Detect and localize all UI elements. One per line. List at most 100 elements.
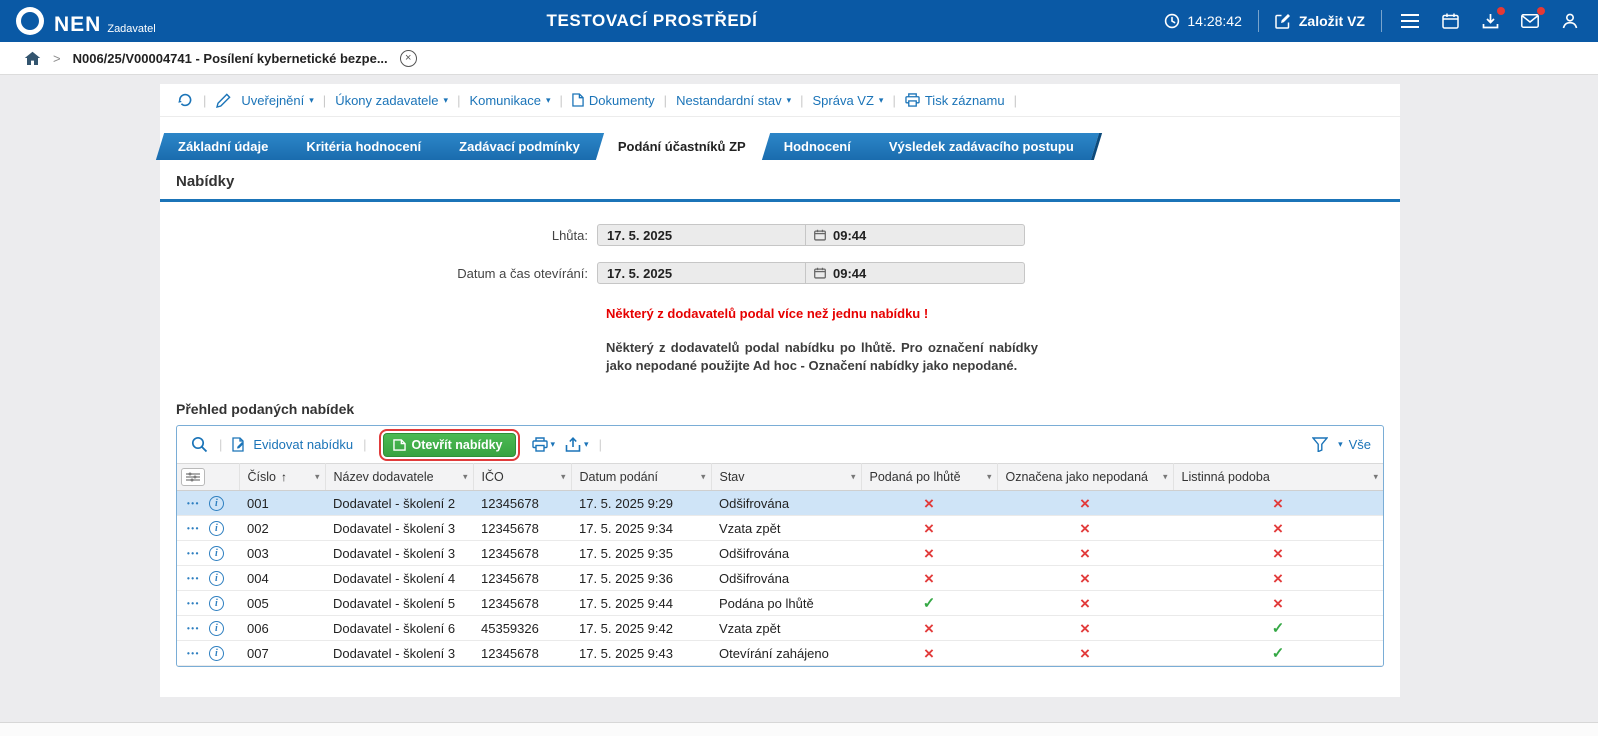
- close-record-icon[interactable]: ×: [400, 50, 417, 67]
- cell-datum-podani: 17. 5. 2025 9:29: [571, 491, 711, 516]
- table-row[interactable]: •••i005Dodavatel - školení 51234567817. …: [177, 591, 1383, 616]
- table-row[interactable]: •••i007Dodavatel - školení 31234567817. …: [177, 641, 1383, 666]
- otevrit-nabidky-button[interactable]: Otevřít nabídky: [383, 433, 516, 457]
- row-menu-icon[interactable]: •••: [187, 599, 200, 608]
- edit-record-icon[interactable]: [215, 92, 232, 109]
- menu-sprava-vz[interactable]: Správa VZ▾: [813, 93, 884, 108]
- tab-zakladni-udaje[interactable]: Základní údaje: [164, 133, 288, 160]
- row-menu-icon[interactable]: •••: [187, 549, 200, 558]
- col-ico[interactable]: IČO▾: [473, 464, 571, 491]
- top-right-actions: 14:28:42 Založit VZ: [1163, 9, 1582, 33]
- info-icon[interactable]: i: [209, 621, 224, 636]
- info-icon[interactable]: i: [209, 571, 224, 586]
- info-icon[interactable]: i: [209, 546, 224, 561]
- toolbar-divider: |: [323, 93, 326, 108]
- tab-kriteria-hodnoceni[interactable]: Kritéria hodnocení: [292, 133, 441, 160]
- create-vz-label: Založit VZ: [1299, 13, 1365, 29]
- menu-nestandardni-stav[interactable]: Nestandardní stav▾: [676, 93, 791, 108]
- oteviranai-date-input[interactable]: 17. 5. 2025: [598, 263, 806, 283]
- oteviranai-time-input[interactable]: 09:44: [806, 263, 1024, 283]
- tab-hodnoceni[interactable]: Hodnocení: [770, 133, 871, 160]
- menu-label: Úkony zadavatele: [335, 93, 438, 108]
- col-datum-podani[interactable]: Datum podání▾: [571, 464, 711, 491]
- grid-settings-icon[interactable]: [181, 468, 205, 486]
- cross-icon: ×: [1080, 594, 1090, 613]
- menu-komunikace[interactable]: Komunikace▾: [469, 93, 550, 108]
- cell-actions: ••• i: [177, 566, 239, 591]
- cell-podana-po-lhute: ×: [861, 566, 997, 591]
- info-icon[interactable]: i: [209, 596, 224, 611]
- col-nazev-dodavatele[interactable]: Název dodavatele▾: [325, 464, 473, 491]
- downloads-icon[interactable]: [1478, 9, 1502, 33]
- cell-cislo: 001: [239, 491, 325, 516]
- filter-caret-icon[interactable]: ▾: [561, 472, 566, 483]
- table-row[interactable]: •••i001Dodavatel - školení 21234567817. …: [177, 491, 1383, 516]
- cell-actions: ••• i: [177, 491, 239, 516]
- filter-caret-icon[interactable]: ▾: [851, 472, 856, 483]
- filter-caret-icon[interactable]: ▾: [463, 472, 468, 483]
- cross-icon: ×: [924, 519, 934, 538]
- filter-caret-icon[interactable]: ▾: [701, 472, 706, 483]
- messages-icon[interactable]: [1518, 9, 1542, 33]
- grid-settings-header[interactable]: [177, 464, 239, 491]
- filter-icon[interactable]: [1311, 436, 1329, 454]
- col-podana-po-lhute[interactable]: Podaná po lhůtě▾: [861, 464, 997, 491]
- home-icon[interactable]: [24, 51, 41, 66]
- grid-header-row: Číslo↑▾ Název dodavatele▾ IČO▾ Datum pod…: [177, 464, 1383, 491]
- tab-vysledek-zadavaciho-postupu[interactable]: Výsledek zadávacího postupu: [875, 133, 1094, 160]
- col-cislo[interactable]: Číslo↑▾: [239, 464, 325, 491]
- oteviranai-field: 17. 5. 2025 09:44: [597, 262, 1025, 284]
- filter-caret-icon[interactable]: ▾: [315, 472, 320, 483]
- tab-podani-ucastniku-zp[interactable]: Podání účastníků ZP: [604, 133, 766, 160]
- filter-caret-icon[interactable]: ▾: [987, 472, 992, 483]
- info-icon[interactable]: i: [209, 521, 224, 536]
- create-vz-button[interactable]: Založit VZ: [1275, 13, 1365, 30]
- calendar-icon[interactable]: [1438, 9, 1462, 33]
- col-listinna-podoba[interactable]: Listinná podoba▾: [1173, 464, 1383, 491]
- menu-uverejneni[interactable]: Uveřejnění▾: [241, 93, 313, 108]
- info-icon[interactable]: i: [209, 496, 224, 511]
- menu-label: Dokumenty: [589, 93, 655, 108]
- history-icon[interactable]: [176, 91, 194, 109]
- user-icon[interactable]: [1558, 9, 1582, 33]
- cell-stav: Odšifrována: [711, 491, 861, 516]
- table-row[interactable]: •••i002Dodavatel - školení 31234567817. …: [177, 516, 1383, 541]
- search-icon[interactable]: [189, 435, 209, 455]
- col-stav[interactable]: Stav▾: [711, 464, 861, 491]
- chevron-down-icon: ▾: [309, 95, 314, 106]
- table-row[interactable]: •••i004Dodavatel - školení 41234567817. …: [177, 566, 1383, 591]
- info-icon[interactable]: i: [209, 646, 224, 661]
- lhuta-time-input[interactable]: 09:44: [806, 225, 1024, 245]
- brand[interactable]: NEN Zadavatel: [16, 7, 156, 35]
- print-grid-dropdown[interactable]: ▾: [532, 437, 556, 452]
- toolbar-divider: |: [1014, 93, 1017, 108]
- row-menu-icon[interactable]: •••: [187, 524, 200, 533]
- messages-badge: [1537, 7, 1545, 15]
- tab-zadavaci-podminky[interactable]: Zadávací podmínky: [445, 133, 600, 160]
- col-oznacena-jako-nepodana[interactable]: Označena jako nepodaná▾: [997, 464, 1173, 491]
- evidovat-nabidku-button[interactable]: Evidovat nabídku: [232, 437, 353, 452]
- cell-listinna-podoba: ✓: [1173, 616, 1383, 641]
- table-row[interactable]: •••i006Dodavatel - školení 64535932617. …: [177, 616, 1383, 641]
- filter-caret-icon[interactable]: ▾: [1373, 472, 1378, 483]
- filter-caret-icon[interactable]: ▾: [1163, 472, 1168, 483]
- lhuta-date-input[interactable]: 17. 5. 2025: [598, 225, 806, 245]
- toolbar-divider: |: [560, 93, 563, 108]
- menu-tisk-zaznamu[interactable]: Tisk záznamu: [905, 93, 1005, 108]
- menu-ukony-zadavatele[interactable]: Úkony zadavatele▾: [335, 93, 448, 108]
- cell-oznacena-jako-nepodana: ×: [997, 616, 1173, 641]
- filter-vse-dropdown[interactable]: ▾Vše: [1338, 437, 1371, 452]
- row-menu-icon[interactable]: •••: [187, 649, 200, 658]
- menu-icon[interactable]: [1398, 9, 1422, 33]
- check-icon: ✓: [923, 595, 936, 612]
- row-menu-icon[interactable]: •••: [187, 574, 200, 583]
- cell-dodavatel: Dodavatel - školení 4: [325, 566, 473, 591]
- header-divider: [1258, 10, 1259, 32]
- row-menu-icon[interactable]: •••: [187, 499, 200, 508]
- export-dropdown[interactable]: ▾: [565, 437, 589, 452]
- table-row[interactable]: •••i003Dodavatel - školení 31234567817. …: [177, 541, 1383, 566]
- row-menu-icon[interactable]: •••: [187, 624, 200, 633]
- menu-dokumenty[interactable]: Dokumenty: [572, 93, 655, 108]
- late-offer-note: Některý z dodavatelů podal nabídku po lh…: [606, 339, 1038, 375]
- breadcrumb-record[interactable]: N006/25/V00004741 - Posílení kybernetick…: [73, 51, 388, 66]
